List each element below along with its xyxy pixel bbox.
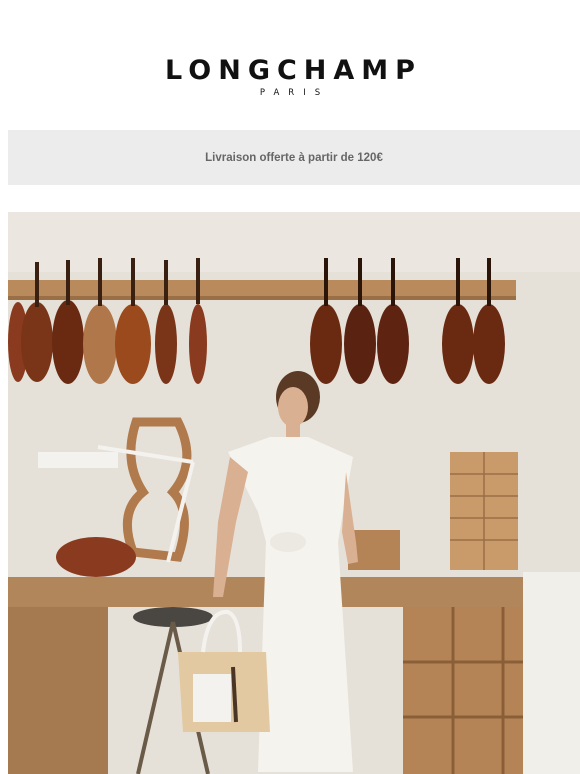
shipping-banner-text: Livraison offerte à partir de 120€ [205, 151, 383, 164]
violin-rack [8, 280, 516, 296]
hero-image[interactable] [8, 212, 580, 774]
desk-lamp [38, 452, 118, 468]
shipping-banner[interactable]: Livraison offerte à partir de 120€ [8, 130, 580, 185]
email-header: LONGCHAMP PARIS [0, 0, 580, 128]
hero-illustration [8, 212, 580, 774]
brand-name: LONGCHAMP [165, 55, 422, 86]
brand-logo[interactable]: LONGCHAMP PARIS [0, 55, 580, 99]
brand-subtitle: PARIS [259, 88, 330, 98]
